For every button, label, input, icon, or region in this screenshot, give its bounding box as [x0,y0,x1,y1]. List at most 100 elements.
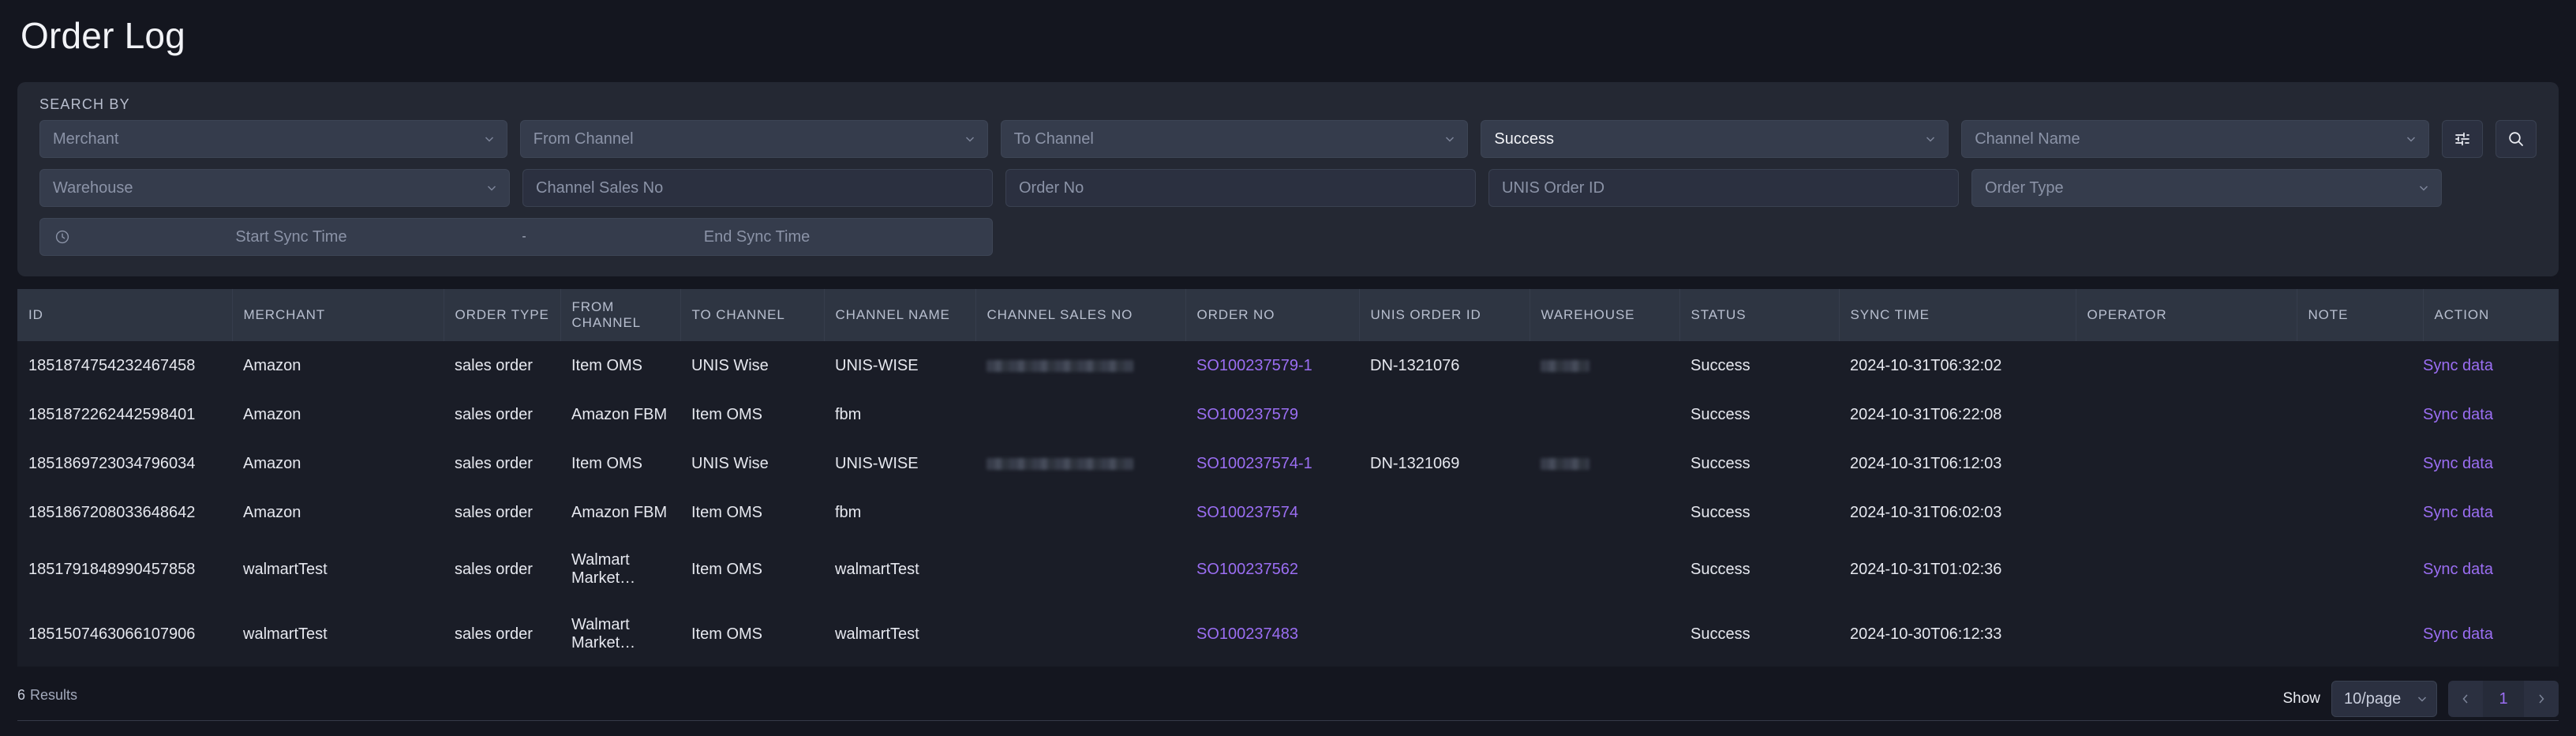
channel-name-value: Channel Name [1975,130,2080,148]
sync-data-link[interactable]: Sync data [2423,561,2493,578]
cell-channel-name: walmartTest [824,602,975,667]
page-number-1[interactable]: 1 [2483,681,2524,717]
redacted-value [1541,457,1589,470]
sync-data-link[interactable]: Sync data [2423,455,2493,472]
page-title: Order Log [21,15,185,56]
order-log-page: Order Log SEARCH BY Merchant From Channel… [0,0,2576,736]
cell-operator [2076,439,2297,488]
advanced-filter-button[interactable] [2441,120,2483,158]
page-size-select[interactable]: 10/page [2331,681,2437,717]
cell-to-channel: Item OMS [680,602,824,667]
cell-order-type: sales order [444,341,560,390]
channel-sales-no-value: Channel Sales No [536,178,664,197]
filter-grid: Merchant From Channel To Channel Success Cha… [39,120,2537,267]
search-button[interactable] [2495,120,2537,158]
filter-row-3: Start Sync Time - End Sync Time [39,218,2537,256]
merchant-select[interactable]: Merchant [39,120,507,158]
sync-data-link[interactable]: Sync data [2423,406,2493,423]
to-channel-select[interactable]: To Channel [1000,120,1469,158]
order-no-link[interactable]: SO100237483 [1196,625,1298,643]
order-log-table: ID MERCHANT ORDER TYPE FROM CHANNEL TO CHANN… [17,289,2559,667]
column-header-sync-time: SYNC TIME [1839,289,2076,341]
to-channel-value: To Channel [1013,130,1094,148]
pagination-controls: Show 10/page 1 [2282,681,2559,717]
channel-name-select[interactable]: Channel Name [1961,120,2429,158]
cell-merchant: walmartTest [232,602,444,667]
date-range-separator: - [522,230,526,243]
start-sync-time-input[interactable]: Start Sync Time [70,228,512,246]
sync-time-range-picker[interactable]: Start Sync Time - End Sync Time [39,218,993,256]
results-number: 6 [17,687,26,703]
cell-to-channel: UNIS Wise [680,341,824,390]
cell-order-type: sales order [444,488,560,537]
warehouse-select[interactable]: Warehouse [39,169,510,207]
search-icon [2507,130,2525,148]
cell-warehouse [1530,488,1679,537]
cell-from-channel: Item OMS [560,439,680,488]
cell-order-no[interactable]: SO100237574-1 [1185,439,1359,488]
column-header-order-type: ORDER TYPE [444,289,561,341]
cell-order-no[interactable]: SO100237483 [1185,602,1359,667]
redacted-value [987,359,1133,372]
cell-action[interactable]: Sync data [2423,439,2559,488]
results-label: Results [30,687,78,703]
pagination: 1 [2448,681,2559,717]
cell-action[interactable]: Sync data [2423,488,2559,537]
cell-id: 1851872262442598401 [17,390,232,439]
sync-data-link[interactable]: Sync data [2423,504,2493,521]
order-no-link[interactable]: SO100237574-1 [1196,455,1312,472]
column-header-from-channel: FROM CHANNEL [560,289,681,341]
cell-merchant: Amazon [232,341,444,390]
table-row: 1851869723034796034 Amazon sales order Item… [17,439,2559,488]
cell-status: Success [1679,390,1839,439]
cell-action[interactable]: Sync data [2423,390,2559,439]
cell-warehouse [1530,341,1679,390]
cell-order-no[interactable]: SO100237579-1 [1185,341,1359,390]
order-no-link[interactable]: SO100237579 [1196,406,1298,423]
cell-unis-order-id [1359,602,1530,667]
cell-order-no[interactable]: SO100237562 [1185,537,1359,602]
end-sync-time-input[interactable]: End Sync Time [536,228,978,246]
table-row: 1851874754232467458 Amazon sales order Item… [17,341,2559,390]
sync-data-link[interactable]: Sync data [2423,357,2493,374]
column-header-channel-sales-no: CHANNEL SALES NO [975,289,1186,341]
unis-order-id-input[interactable]: UNIS Order ID [1488,169,1959,207]
order-no-link[interactable]: SO100237579-1 [1196,357,1312,374]
cell-action[interactable]: Sync data [2423,537,2559,602]
cell-from-channel: Amazon FBM [560,488,680,537]
order-no-link[interactable]: SO100237574 [1196,504,1298,521]
channel-sales-no-input[interactable]: Channel Sales No [522,169,993,207]
cell-merchant: walmartTest [232,537,444,602]
cell-unis-order-id [1359,390,1530,439]
cell-order-no[interactable]: SO100237579 [1185,390,1359,439]
order-no-link[interactable]: SO100237562 [1196,561,1298,578]
cell-channel-sales-no [975,439,1185,488]
filter-row-2: Warehouse Channel Sales No Order No UNIS Or… [39,169,2537,207]
cell-to-channel: Item OMS [680,488,824,537]
cell-action[interactable]: Sync data [2423,602,2559,667]
cell-channel-name: walmartTest [824,537,975,602]
table-body: 1851874754232467458 Amazon sales order Item… [17,341,2559,667]
cell-note [2297,602,2423,667]
from-channel-value: From Channel [533,130,634,148]
from-channel-select[interactable]: From Channel [519,120,988,158]
cell-unis-order-id [1359,537,1530,602]
status-select[interactable]: Success [1481,120,1949,158]
order-log-table-container: ID MERCHANT ORDER TYPE FROM CHANNEL TO CHANN… [17,289,2559,667]
order-no-input[interactable]: Order No [1005,169,1476,207]
cell-sync-time: 2024-10-31T01:02:36 [1839,537,2076,602]
cell-operator [2076,390,2297,439]
cell-action[interactable]: Sync data [2423,341,2559,390]
status-value: Success [1494,130,1554,148]
next-page-button[interactable] [2524,681,2559,717]
column-header-action: ACTION [2423,289,2559,341]
order-type-select[interactable]: Order Type [1971,169,2442,207]
cell-order-no[interactable]: SO100237574 [1185,488,1359,537]
cell-sync-time: 2024-10-31T06:02:03 [1839,488,2076,537]
cell-merchant: Amazon [232,488,444,537]
prev-page-button[interactable] [2448,681,2483,717]
sync-data-link[interactable]: Sync data [2423,625,2493,643]
column-header-merchant: MERCHANT [232,289,444,341]
column-header-channel-name: CHANNEL NAME [824,289,976,341]
order-no-value: Order No [1019,178,1084,197]
